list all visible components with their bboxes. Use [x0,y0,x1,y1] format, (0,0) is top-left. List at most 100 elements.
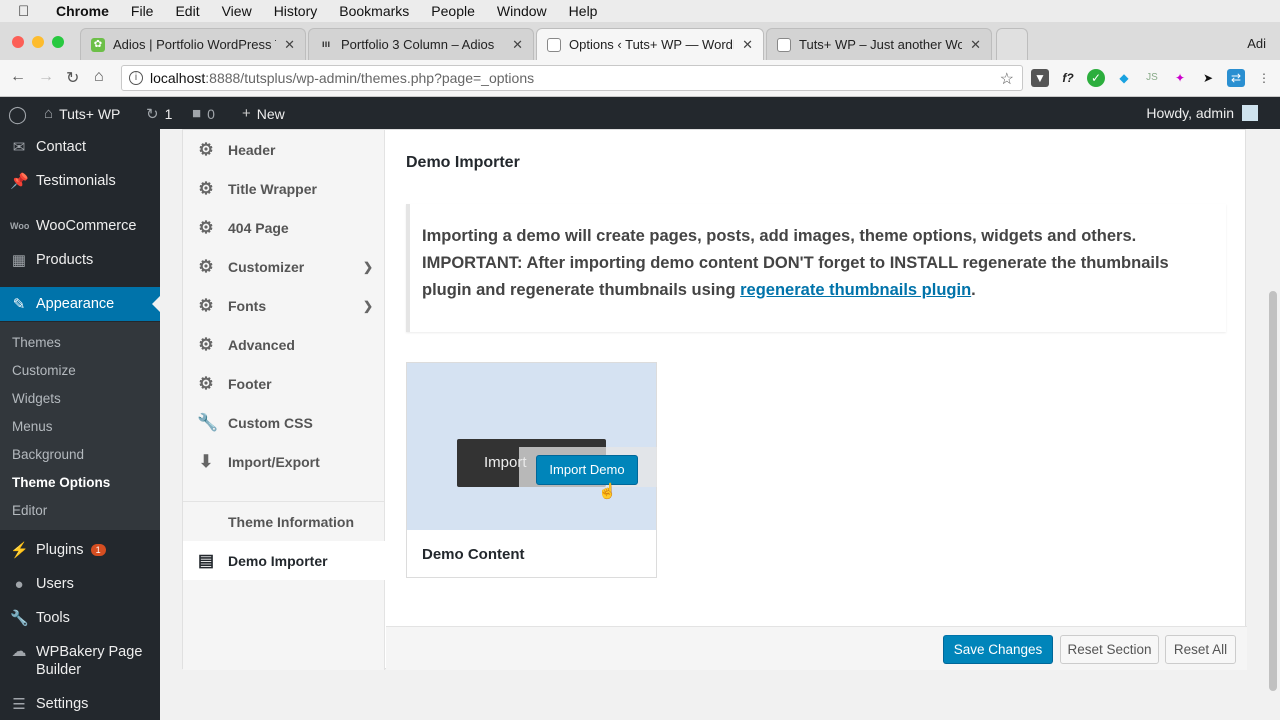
sidebar-item-users[interactable]: ● Users [0,572,160,596]
menu-people[interactable]: People [431,3,475,19]
site-logo-icon: ııı [321,39,331,50]
tab-label: Footer [228,375,272,392]
site-name-link[interactable]: ⌂ Tuts+ WP [44,105,120,122]
updates-link[interactable]: ↻ 1 [146,105,172,123]
tab-fonts[interactable]: ⚙ Fonts ❯ [183,286,385,325]
tab-advanced[interactable]: ⚙ Advanced [183,325,385,364]
chrome-menu-icon[interactable]: ⋮ [1255,69,1273,87]
screenshot-extension-icon[interactable]: ⇄ [1227,69,1245,87]
minimize-window-button[interactable] [32,36,44,48]
reset-all-button[interactable]: Reset All [1165,635,1236,664]
browser-tab-tutswp[interactable]: Tuts+ WP – Just another Word ✕ [766,28,992,60]
chevron-down-icon[interactable]: ❯ [363,299,373,313]
browser-tab-options[interactable]: Options ‹ Tuts+ WP — WordPr ✕ [536,28,764,60]
home-icon: ⌂ [44,105,54,122]
sidebar-item-label: Tools [36,610,70,626]
tab-customizer[interactable]: ⚙ Customizer ❯ [183,247,385,286]
close-tab-icon[interactable]: ✕ [742,37,753,53]
site-name: Tuts+ WP [59,105,121,122]
menu-file[interactable]: File [131,3,154,19]
browser-toolbar: ← → ↻ ⌂ i localhost:8888/tutsplus/wp-adm… [0,60,1280,97]
menu-window[interactable]: Window [497,3,547,19]
submenu-customize[interactable]: Customize [12,363,76,378]
tab-custom-css[interactable]: 🔧 Custom CSS [183,403,385,442]
browser-tab-portfolio[interactable]: ııı Portfolio 3 Column – Adios ✕ [308,28,534,60]
grammarly-icon[interactable]: ✓ [1087,69,1105,87]
options-footer: Save Changes Reset Section Reset All [386,626,1247,670]
tab-demo-importer[interactable]: ▤ Demo Importer [183,541,385,580]
tab-label: Fonts [228,297,267,314]
submenu-themes[interactable]: Themes [12,335,61,350]
forward-icon[interactable]: → [38,68,54,86]
close-tab-icon[interactable]: ✕ [284,37,295,53]
tab-theme-information[interactable]: Theme Information [183,502,385,541]
tab-label: Demo Importer [228,552,328,569]
js-extension-icon[interactable]: JS [1143,69,1161,87]
import-demo-button[interactable]: Import Demo [536,455,638,485]
list-table-icon: ▤ [197,550,215,570]
submenu-theme-options[interactable]: Theme Options [12,475,110,490]
sidebar-item-appearance[interactable]: ✎ Appearance [0,287,160,321]
sidebar-item-settings[interactable]: ☰ Settings [0,692,160,716]
sidebar-item-plugins[interactable]: ⚡ Plugins 1 [0,538,160,562]
fonts-ninja-icon[interactable]: f? [1059,69,1077,87]
menu-view[interactable]: View [222,3,252,19]
demo-card[interactable]: Import Import Demo ☝ Demo Content [406,362,657,578]
pocket-icon[interactable]: ▼ [1031,69,1049,87]
close-window-button[interactable] [12,36,24,48]
menu-help[interactable]: Help [569,3,598,19]
chevron-down-icon[interactable]: ❯ [363,260,373,274]
avatar [1242,105,1258,121]
reload-icon[interactable]: ↻ [66,68,79,88]
close-tab-icon[interactable]: ✕ [512,37,523,53]
sidebar-item-label: Settings [36,696,89,712]
sidebar-item-wpbakery[interactable]: ☁ WPBakery Page Builder [0,643,160,679]
zoom-window-button[interactable] [52,36,64,48]
scrollbar-thumb[interactable] [1269,291,1277,691]
browser-tab-adios[interactable]: ✿ Adios | Portfolio WordPress Th ✕ [80,28,306,60]
page-scrollbar[interactable] [1266,129,1280,720]
sidebar-item-woocommerce[interactable]: Woo WooCommerce [0,214,160,238]
menu-edit[interactable]: Edit [175,3,199,19]
tab-footer[interactable]: ⚙ Footer [183,364,385,403]
save-changes-button[interactable]: Save Changes [943,635,1053,664]
menu-bookmarks[interactable]: Bookmarks [339,3,409,19]
reset-section-button[interactable]: Reset Section [1060,635,1159,664]
colorzilla-icon[interactable]: ✦ [1171,69,1189,87]
submenu-editor[interactable]: Editor [12,503,47,518]
submenu-background[interactable]: Background [12,447,84,462]
pin-icon: 📌 [10,173,29,190]
regenerate-thumbnails-link[interactable]: regenerate thumbnails plugin [740,281,971,299]
tab-404-page[interactable]: ⚙ 404 Page [183,208,385,247]
sidebar-item-tools[interactable]: 🔧 Tools [0,606,160,630]
sidebar-item-contact[interactable]: ✉ Contact [0,135,160,159]
submenu-menus[interactable]: Menus [12,419,53,434]
sidebar-item-testimonials[interactable]: 📌 Testimonials [0,169,160,193]
shield-icon[interactable]: ◆ [1115,69,1133,87]
comments-link[interactable]: ■ 0 [192,105,215,122]
new-tab-button[interactable] [996,28,1028,60]
address-bar[interactable]: i localhost:8888/tutsplus/wp-admin/theme… [121,65,1023,91]
paintbrush-icon: ✎ [12,296,26,313]
bookmark-star-icon[interactable]: ☆ [1000,69,1014,89]
profile-name[interactable]: Adi [1247,36,1266,51]
tab-header[interactable]: ⚙ Header [183,130,385,169]
account-menu[interactable]: Howdy, admin [1146,105,1258,121]
menu-app-name[interactable]: Chrome [56,3,109,19]
sidebar-item-label: Testimonials [36,173,116,189]
tab-title: Portfolio 3 Column – Adios [341,37,495,52]
tab-title-wrapper[interactable]: ⚙ Title Wrapper [183,169,385,208]
menu-history[interactable]: History [274,3,318,19]
info-icon[interactable]: i [129,71,143,85]
wp-logo-icon[interactable]: ◯ [8,105,33,125]
new-content-link[interactable]: + New [242,105,285,122]
cursor-extension-icon[interactable]: ➤ [1199,69,1217,87]
apple-icon[interactable]:  [18,3,36,20]
sidebar-item-products[interactable]: ▦ Products [0,248,160,272]
back-icon[interactable]: ← [10,68,26,86]
tab-label: Title Wrapper [228,180,317,197]
home-icon[interactable]: ⌂ [94,68,104,86]
submenu-widgets[interactable]: Widgets [12,391,61,406]
tab-import-export[interactable]: ⬇ Import/Export [183,442,385,481]
close-tab-icon[interactable]: ✕ [970,37,981,53]
